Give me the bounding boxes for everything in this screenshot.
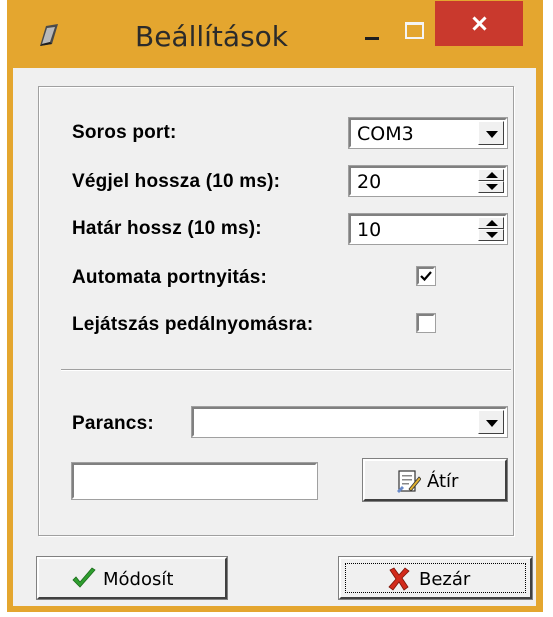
separator	[61, 369, 511, 371]
spin-up-icon[interactable]	[478, 217, 504, 229]
spin-down-icon[interactable]	[478, 229, 504, 241]
auto-open-label: Automata portnyitás:	[72, 267, 268, 288]
serial-port-label: Soros port:	[72, 122, 177, 143]
end-signal-spinner[interactable]: 20	[348, 165, 508, 197]
red-x-icon	[388, 567, 410, 591]
limit-length-spinner[interactable]: 10	[348, 213, 508, 245]
command-text-input[interactable]	[71, 462, 318, 500]
pedal-play-label: Lejátszás pedálnyomásra:	[72, 314, 314, 335]
settings-window: Beállítások Soros port: COM3 Végjel hoss…	[7, 0, 543, 612]
chevron-down-icon[interactable]	[478, 121, 504, 145]
command-combo[interactable]	[191, 406, 508, 438]
close-window-button[interactable]	[435, 1, 523, 46]
end-signal-label: Végjel hossza (10 ms):	[72, 171, 281, 192]
rewrite-button-label: Átír	[427, 471, 459, 492]
serial-port-combo[interactable]: COM3	[348, 117, 508, 149]
window-title: Beállítások	[135, 20, 289, 53]
limit-length-value[interactable]: 10	[357, 219, 381, 241]
green-check-icon	[72, 567, 96, 588]
modify-button[interactable]: Módosít	[36, 556, 228, 600]
chevron-down-icon[interactable]	[478, 410, 504, 434]
minimize-button[interactable]	[347, 12, 391, 52]
pedal-play-checkbox[interactable]	[416, 313, 436, 333]
close-button[interactable]: Bezár	[338, 556, 533, 600]
spin-up-icon[interactable]	[478, 169, 504, 181]
checkmark-icon	[420, 271, 432, 282]
title-bar[interactable]: Beállítások	[7, 0, 543, 68]
auto-open-checkbox[interactable]	[416, 266, 436, 286]
end-signal-value[interactable]: 20	[357, 171, 381, 193]
spin-down-icon[interactable]	[478, 181, 504, 193]
close-button-label: Bezár	[419, 569, 471, 590]
rewrite-button[interactable]: Átír	[362, 458, 508, 502]
dialog-client-area: Soros port: COM3 Végjel hossza (10 ms): …	[13, 68, 536, 606]
maximize-button[interactable]	[391, 12, 435, 52]
app-icon	[40, 24, 58, 46]
command-label: Parancs:	[72, 413, 154, 434]
serial-port-value: COM3	[357, 123, 414, 145]
document-edit-icon	[397, 470, 421, 493]
limit-length-label: Határ hossz (10 ms):	[72, 218, 262, 239]
modify-button-label: Módosít	[103, 569, 174, 590]
